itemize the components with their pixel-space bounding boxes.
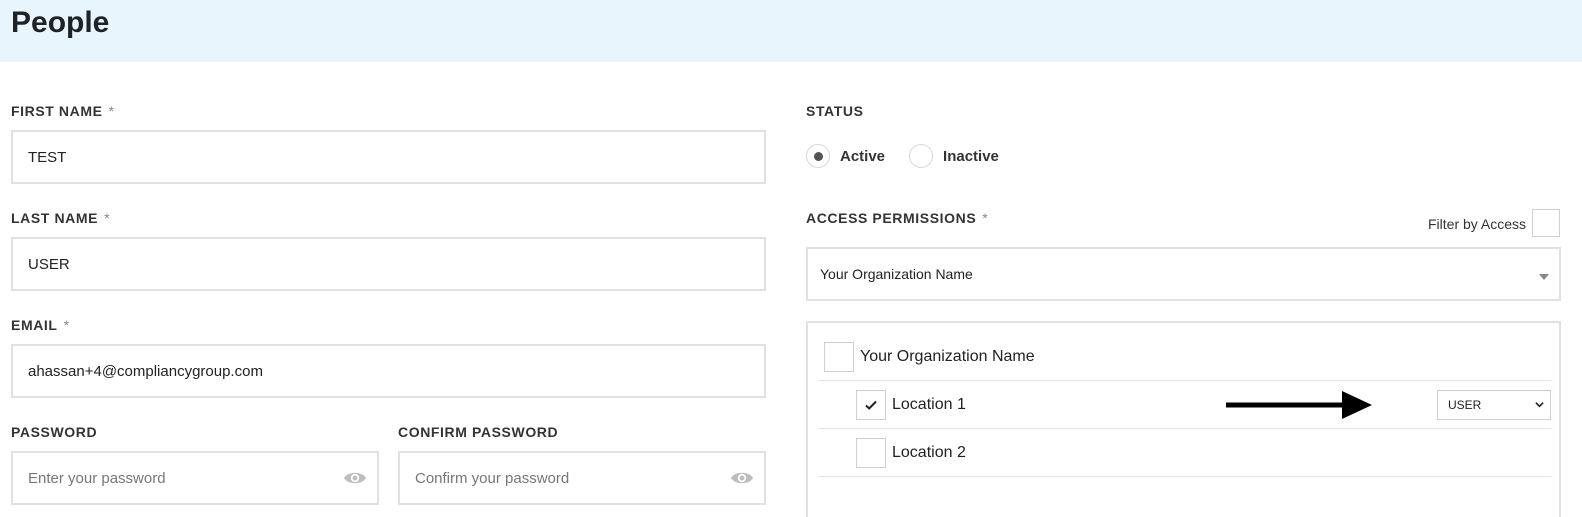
- filter-by-access-label: Filter by Access: [1428, 216, 1527, 232]
- location-1-checkbox[interactable]: [856, 389, 886, 420]
- organization-checkbox[interactable]: [824, 341, 854, 372]
- location-1-role-select[interactable]: USER: [1437, 390, 1551, 420]
- password-input[interactable]: [28, 453, 377, 503]
- last-name-field[interactable]: [11, 237, 766, 291]
- organization-select[interactable]: Your Organization Name: [806, 247, 1561, 301]
- confirm-password-field[interactable]: [398, 451, 766, 505]
- access-permissions-label-text: ACCESS PERMISSIONS: [806, 210, 977, 226]
- tree-item-organization[interactable]: Your Organization Name: [818, 333, 1551, 381]
- tree-item-location-1[interactable]: Location 1 USER: [818, 381, 1551, 429]
- first-name-label-text: FIRST NAME: [11, 103, 103, 119]
- checkmark-icon: [865, 400, 877, 410]
- filter-by-access-checkbox[interactable]: [1532, 209, 1560, 237]
- eye-icon[interactable]: [730, 468, 754, 488]
- page-header: People: [0, 0, 1582, 62]
- confirm-password-input[interactable]: [415, 453, 764, 503]
- required-marker: *: [982, 210, 989, 226]
- chevron-down-icon: [1535, 402, 1544, 408]
- tree-item-label: Location 2: [892, 443, 966, 461]
- required-marker: *: [63, 317, 70, 333]
- access-tree: Your Organization Name Location 1 USER L…: [806, 321, 1561, 517]
- email-field[interactable]: [11, 344, 766, 398]
- status-radio-group: Active Inactive: [806, 144, 1023, 168]
- required-marker: *: [104, 210, 111, 226]
- organization-select-value: Your Organization Name: [820, 266, 973, 282]
- status-inactive-label[interactable]: Inactive: [943, 148, 999, 165]
- password-field[interactable]: [11, 451, 379, 505]
- status-inactive-radio[interactable]: [909, 144, 934, 168]
- confirm-password-label: CONFIRM PASSWORD: [398, 424, 559, 440]
- eye-icon[interactable]: [343, 468, 367, 488]
- caret-down-icon: [1539, 274, 1549, 280]
- tree-item-label: Your Organization Name: [860, 347, 1035, 365]
- email-label: EMAIL *: [11, 317, 70, 333]
- password-label: PASSWORD: [11, 424, 98, 440]
- annotation-arrow-icon: [1226, 391, 1372, 419]
- access-permissions-label: ACCESS PERMISSIONS *: [806, 210, 988, 226]
- tree-item-location-2[interactable]: Location 2: [818, 429, 1551, 477]
- status-active-label[interactable]: Active: [840, 148, 885, 165]
- status-active-radio[interactable]: [806, 144, 830, 168]
- page-title: People: [11, 6, 110, 39]
- last-name-label: LAST NAME *: [11, 210, 110, 226]
- first-name-label: FIRST NAME *: [11, 103, 115, 119]
- last-name-input[interactable]: [28, 239, 764, 289]
- first-name-field[interactable]: [11, 130, 766, 184]
- email-input[interactable]: [28, 346, 764, 396]
- role-select-value: USER: [1448, 398, 1482, 412]
- last-name-label-text: LAST NAME: [11, 210, 99, 226]
- tree-item-label: Location 1: [892, 395, 966, 413]
- first-name-input[interactable]: [28, 132, 764, 182]
- email-label-text: EMAIL: [11, 317, 58, 333]
- location-2-checkbox[interactable]: [856, 437, 886, 468]
- status-label: STATUS: [806, 103, 864, 119]
- required-marker: *: [108, 103, 115, 119]
